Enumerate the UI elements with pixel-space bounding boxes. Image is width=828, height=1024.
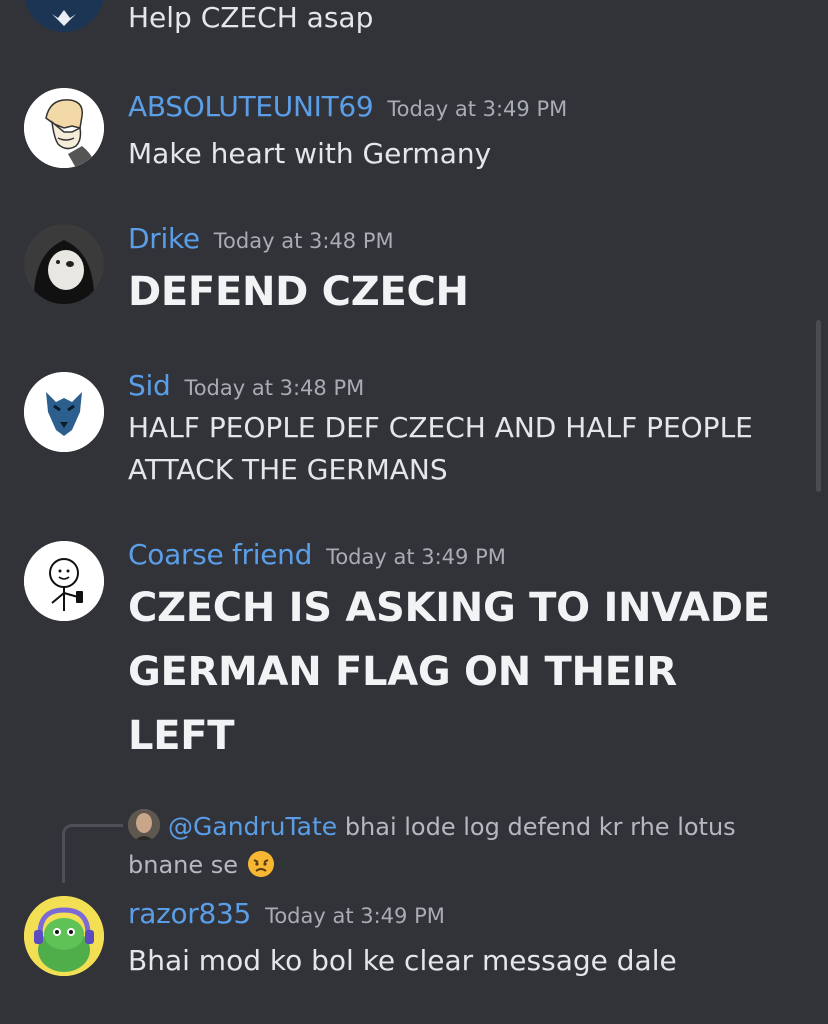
wolf-avatar-icon xyxy=(24,372,104,452)
username[interactable]: Coarse friend xyxy=(128,538,312,571)
username[interactable]: Drike xyxy=(128,222,200,255)
dog-hoodie-avatar-icon xyxy=(24,224,104,304)
avatar[interactable] xyxy=(24,88,104,168)
timestamp: Today at 3:48 PM xyxy=(184,376,365,400)
scrollbar[interactable] xyxy=(816,320,821,492)
chad-avatar-icon xyxy=(24,88,104,168)
username[interactable]: Sid xyxy=(128,369,171,402)
stick-figure-avatar-icon xyxy=(24,541,104,621)
message-text: CZECH IS ASKING TO INVADE GERMAN FLAG ON… xyxy=(128,585,770,759)
angry-face-emoji-icon xyxy=(247,851,274,877)
message-text: Help CZECH asap xyxy=(128,1,374,34)
gamer-frog-avatar-icon xyxy=(24,896,104,976)
avatar[interactable] xyxy=(24,224,104,304)
timestamp: Today at 3:49 PM xyxy=(387,97,568,121)
reply-preview[interactable]: @GandruTate bhai lode log defend kr rhe … xyxy=(128,808,788,884)
timestamp: Today at 3:49 PM xyxy=(265,904,445,928)
wolf-avatar-icon xyxy=(24,0,104,32)
avatar[interactable] xyxy=(24,896,104,976)
message-text: Make heart with Germany xyxy=(128,137,492,170)
avatar[interactable] xyxy=(24,0,104,32)
reply-avatar xyxy=(128,809,160,841)
timestamp: Today at 3:49 PM xyxy=(326,545,506,569)
message-text: HALF PEOPLE DEF CZECH AND HALF PEOPLE AT… xyxy=(128,411,753,486)
username[interactable]: ABSOLUTEUNIT69 xyxy=(128,90,374,123)
avatar[interactable] xyxy=(24,372,104,452)
reply-mention[interactable]: @GandruTate xyxy=(168,812,337,841)
timestamp: Today at 3:48 PM xyxy=(213,229,394,253)
message-text: Bhai mod ko bol ke clear message dale xyxy=(128,944,677,977)
reply-connector xyxy=(62,824,123,883)
message-text: DEFEND CZECH xyxy=(128,269,469,315)
bald-man-avatar-icon xyxy=(128,809,160,841)
avatar[interactable] xyxy=(24,541,104,621)
username[interactable]: razor835 xyxy=(128,897,251,930)
